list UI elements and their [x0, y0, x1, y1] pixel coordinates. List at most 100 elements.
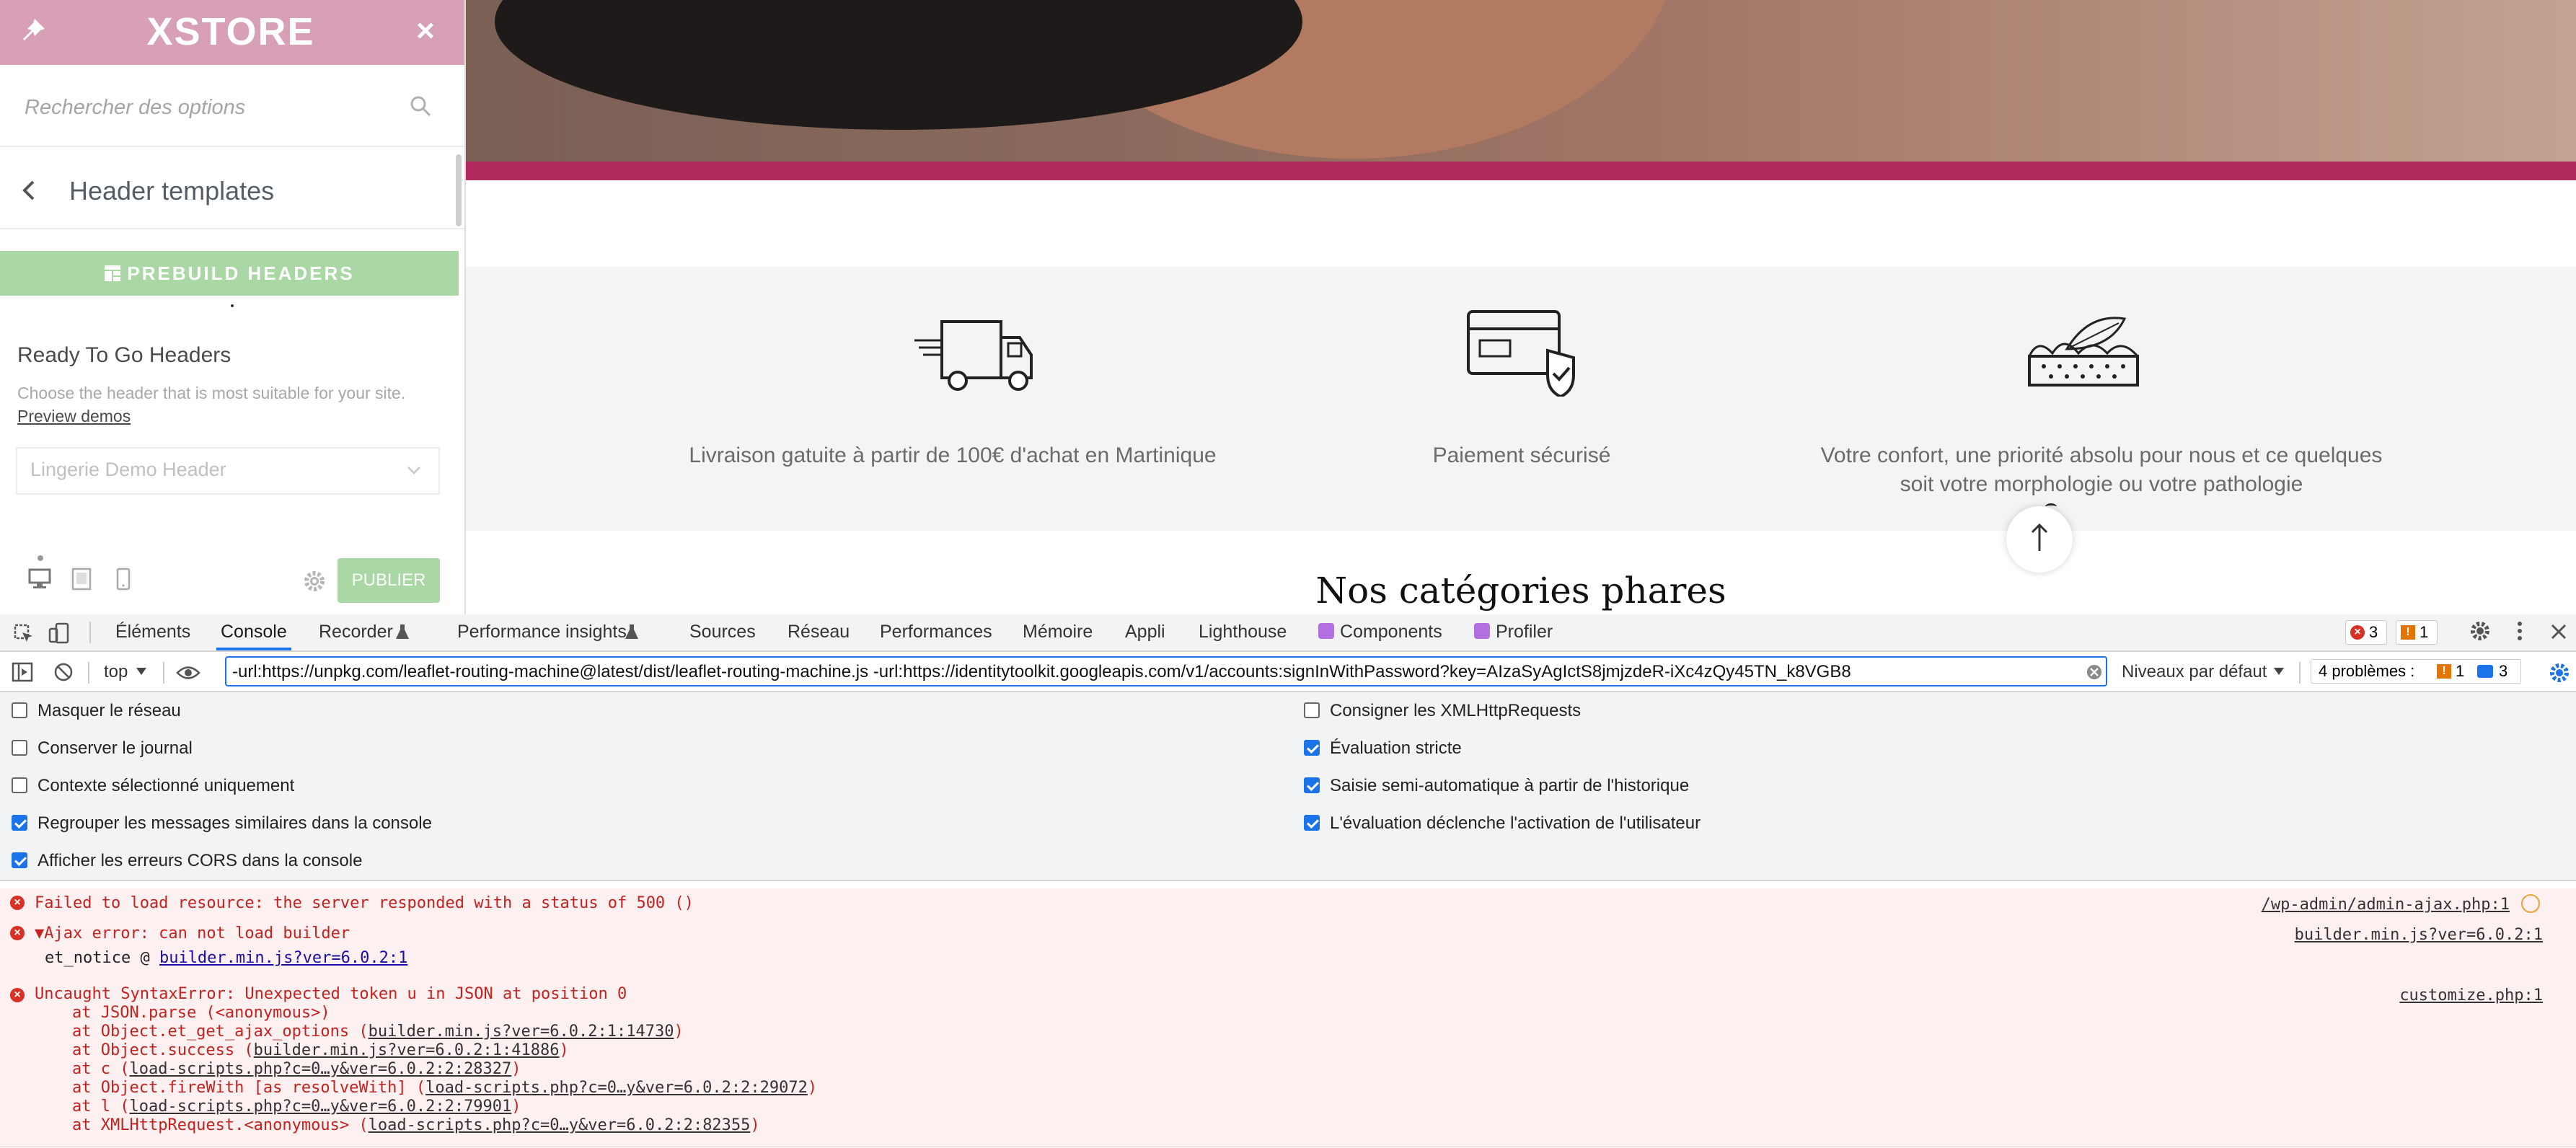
- stack-frame: at l (load-scripts.php?c=0…y&ver=6.0.2:2…: [72, 1098, 521, 1116]
- header-select-value: Lingerie Demo Header: [30, 459, 226, 480]
- user-activation-label: L'évaluation déclenche l'activation de l…: [1330, 813, 1701, 833]
- tab-performance-insights[interactable]: Performance insights: [457, 622, 627, 643]
- stack-fn: at l (: [72, 1098, 130, 1116]
- preview-demos-link[interactable]: Preview demos: [17, 407, 131, 426]
- pin-icon[interactable]: [19, 16, 48, 45]
- sidebar-scrollbar[interactable]: [456, 154, 462, 226]
- feature-text-comfort-line1: Votre confort, une priorité absolu pour …: [1820, 443, 2383, 467]
- stack-end: ): [511, 1060, 521, 1078]
- user-activation-checkbox[interactable]: [1304, 815, 1320, 831]
- stack-link[interactable]: builder.min.js?ver=6.0.2:1: [159, 949, 407, 967]
- error-icon: ×: [2350, 625, 2365, 640]
- toolbar-divider: [2299, 662, 2301, 684]
- search-bar: [0, 65, 464, 147]
- stack-frame: at Object.et_get_ajax_options (builder.m…: [72, 1023, 684, 1041]
- grid-icon: [105, 265, 121, 281]
- inspect-element-icon[interactable]: [13, 623, 35, 645]
- stack-fn: at JSON.parse (<anonymous>): [72, 1004, 330, 1022]
- clear-filter-icon[interactable]: [2086, 663, 2103, 681]
- group-similar-label: Regrouper les messages similaires dans l…: [38, 813, 432, 833]
- back-icon[interactable]: [19, 179, 42, 202]
- feature-text-comfort: Votre confort, une priorité absolu pour …: [1777, 441, 2426, 499]
- message-text[interactable]: ▼Ajax error: can not load builder: [35, 924, 350, 942]
- tab-components[interactable]: Components: [1340, 622, 1442, 643]
- tablet-preview-icon[interactable]: [71, 567, 92, 591]
- flask-icon: [625, 624, 638, 639]
- eager-eval-checkbox[interactable]: [1304, 740, 1320, 756]
- eager-eval-label: Évaluation stricte: [1330, 738, 1462, 758]
- stack-fn: at c (: [72, 1060, 130, 1078]
- message-source-link[interactable]: builder.min.js?ver=6.0.2:1: [2178, 926, 2543, 944]
- network-icon[interactable]: [2521, 894, 2540, 913]
- tab-elements[interactable]: Éléments: [115, 622, 190, 643]
- gear-icon[interactable]: [303, 570, 326, 593]
- issues-info-count: 3: [2499, 662, 2508, 680]
- stack-link[interactable]: builder.min.js?ver=6.0.2:1:14730: [369, 1023, 674, 1041]
- stack-frame: at JSON.parse (<anonymous>): [72, 1004, 330, 1022]
- close-icon[interactable]: [2549, 622, 2569, 642]
- warning-count-badge[interactable]: ! 1: [2396, 620, 2438, 645]
- stack-fn: at Object.fireWith [as resolveWith] (: [72, 1079, 426, 1097]
- device-toolbar-icon[interactable]: [48, 622, 71, 645]
- stack-frame: et_notice @ builder.min.js?ver=6.0.2:1: [45, 949, 407, 967]
- desktop-preview-icon[interactable]: [27, 567, 52, 591]
- error-count-badge[interactable]: × 3: [2345, 620, 2387, 645]
- sidebar-toggle-icon[interactable]: [12, 662, 33, 682]
- indicator-dot: [38, 555, 43, 561]
- tab-sources[interactable]: Sources: [689, 622, 756, 643]
- console-filter-value: -url:https://unpkg.com/leaflet-routing-m…: [232, 662, 1851, 681]
- tab-recorder[interactable]: Recorder: [319, 622, 393, 643]
- tab-network[interactable]: Réseau: [788, 622, 850, 643]
- feature-text-payment: Paiement sécurisé: [1432, 443, 1611, 467]
- stack-frame: at c (load-scripts.php?c=0…y&ver=6.0.2:2…: [72, 1060, 521, 1078]
- tab-application[interactable]: Appli: [1125, 622, 1165, 643]
- tab-console[interactable]: Console: [221, 622, 287, 643]
- stack-link[interactable]: load-scripts.php?c=0…y&ver=6.0.2:2:28327: [129, 1060, 511, 1078]
- accent-bar: [466, 162, 2576, 180]
- message-source-link[interactable]: /wp-admin/admin-ajax.php:1: [2178, 896, 2510, 914]
- publish-button[interactable]: PUBLIER: [338, 558, 440, 603]
- feature-text-comfort-line2: soit votre morphologie ou votre patholog…: [1900, 472, 2303, 496]
- selected-context-checkbox[interactable]: [12, 777, 27, 793]
- hide-network-label: Masquer le réseau: [38, 701, 181, 720]
- prebuild-headers-button[interactable]: PREBUILD HEADERS: [0, 251, 459, 296]
- console-settings-icon[interactable]: [2549, 662, 2570, 684]
- close-button[interactable]: ×: [411, 14, 440, 48]
- ready-headers-title: Ready To Go Headers: [17, 343, 231, 367]
- search-icon[interactable]: [408, 94, 433, 118]
- more-options-icon[interactable]: [2513, 620, 2527, 642]
- stack-frame: at Object.fireWith [as resolveWith] (loa…: [72, 1079, 817, 1097]
- toolbar-divider: [163, 662, 164, 684]
- gear-icon[interactable]: [2469, 620, 2491, 642]
- arrow-up-icon: [2031, 523, 2048, 551]
- log-xhr-label: Consigner les XMLHttpRequests: [1330, 701, 1582, 720]
- cors-errors-checkbox[interactable]: [12, 852, 27, 868]
- error-icon: ×: [10, 988, 25, 1002]
- console-message: × Uncaught SyntaxError: Unexpected token…: [0, 979, 2576, 1147]
- search-input[interactable]: [23, 91, 387, 124]
- message-source-link[interactable]: customize.php:1: [2178, 986, 2543, 1004]
- tab-lighthouse[interactable]: Lighthouse: [1199, 622, 1287, 643]
- stack-link[interactable]: load-scripts.php?c=0…y&ver=6.0.2:2:79901: [129, 1098, 511, 1116]
- autocomplete-checkbox[interactable]: [1304, 777, 1320, 793]
- stack-link[interactable]: load-scripts.php?c=0…y&ver=6.0.2:2:29072: [425, 1079, 808, 1097]
- group-similar-checkbox[interactable]: [12, 815, 27, 831]
- issues-button[interactable]: 4 problèmes : ! 1 3: [2311, 659, 2521, 684]
- stack-link[interactable]: builder.min.js?ver=6.0.2:1:41886: [254, 1041, 560, 1059]
- clear-console-icon[interactable]: [53, 662, 74, 682]
- stack-link[interactable]: load-scripts.php?c=0…y&ver=6.0.2:2:82355: [369, 1116, 751, 1134]
- hide-network-checkbox[interactable]: [12, 702, 27, 718]
- eye-icon[interactable]: [176, 665, 200, 681]
- prebuild-label: PREBUILD HEADERS: [127, 262, 355, 284]
- mobile-preview-icon[interactable]: [115, 567, 131, 591]
- log-levels-select[interactable]: Niveaux par défaut: [2122, 662, 2267, 682]
- preserve-log-checkbox[interactable]: [12, 740, 27, 756]
- log-xhr-checkbox[interactable]: [1304, 702, 1320, 718]
- tab-profiler[interactable]: Profiler: [1496, 622, 1553, 643]
- tab-memory[interactable]: Mémoire: [1023, 622, 1093, 643]
- tab-performance[interactable]: Performances: [880, 622, 992, 643]
- stack-end: ): [750, 1116, 760, 1134]
- context-select[interactable]: top: [104, 662, 128, 682]
- site-preview: Livraison gatuite à partir de 100€ d'ach…: [466, 0, 2576, 614]
- error-icon: ×: [10, 926, 25, 940]
